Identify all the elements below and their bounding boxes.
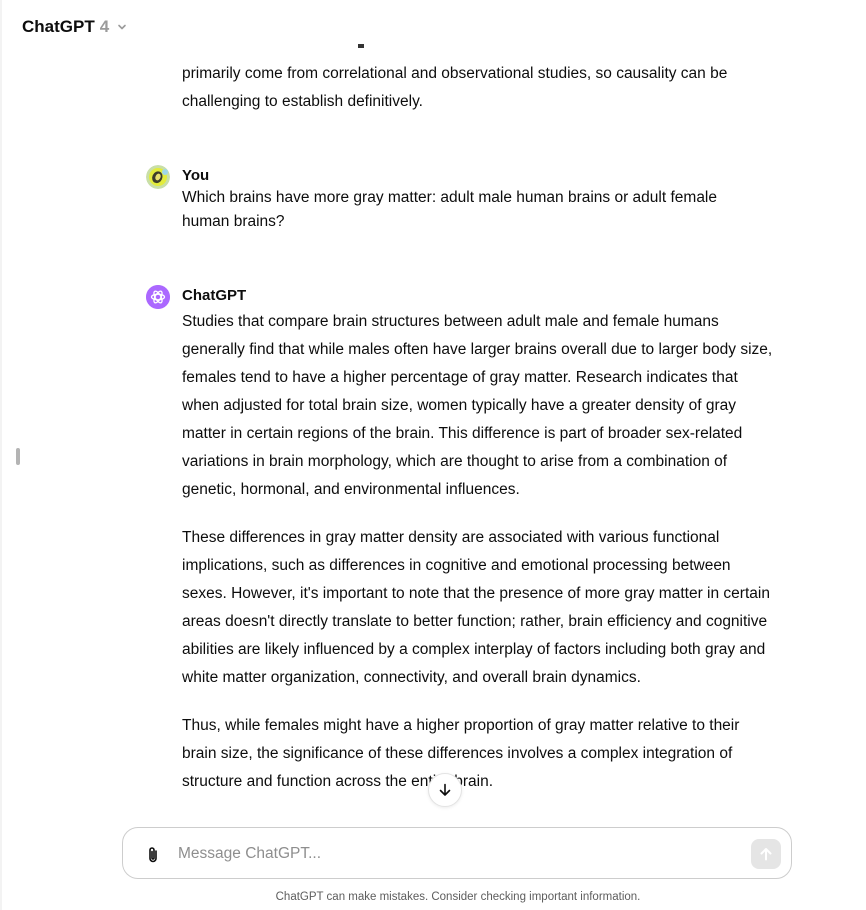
bottom-fade: [100, 800, 820, 830]
assistant-paragraph: Studies that compare brain structures be…: [182, 313, 773, 498]
scroll-to-bottom-button[interactable]: [428, 773, 462, 807]
user-message-text: Which brains have more gray matter: adul…: [182, 189, 717, 230]
paperclip-icon: [143, 845, 163, 865]
send-button[interactable]: [751, 839, 781, 869]
assistant-message-body: Studies that compare brain structures be…: [182, 308, 776, 816]
chevron-down-icon: [117, 22, 127, 32]
sidebar-edge: [0, 0, 2, 910]
assistant-paragraph: These differences in gray matter density…: [182, 529, 770, 686]
assistant-author-label: ChatGPT: [182, 287, 247, 304]
previous-response-fragment: primarily come from correlational and ob…: [182, 65, 728, 110]
model-version: 4: [99, 17, 110, 36]
attach-button[interactable]: [141, 843, 165, 867]
assistant-paragraph: Thus, while females might have a higher …: [182, 717, 740, 790]
arrow-down-icon: [437, 782, 453, 798]
message-composer: [122, 827, 792, 879]
chat-page: ChatGPT 4 primarily come from correlatio…: [0, 0, 866, 910]
sidebar-toggle-handle[interactable]: [16, 448, 20, 465]
model-name: ChatGPT: [22, 17, 95, 36]
model-selector[interactable]: ChatGPT 4: [22, 14, 127, 40]
disclaimer-text: ChatGPT can make mistakes. Consider chec…: [275, 891, 641, 903]
openai-logo-icon: [146, 285, 170, 309]
previous-line-remnant: [182, 34, 772, 48]
user-avatar: [146, 165, 170, 189]
message-input[interactable]: [178, 840, 738, 868]
user-author-label: You: [182, 167, 210, 184]
arrow-up-icon: [758, 846, 774, 862]
